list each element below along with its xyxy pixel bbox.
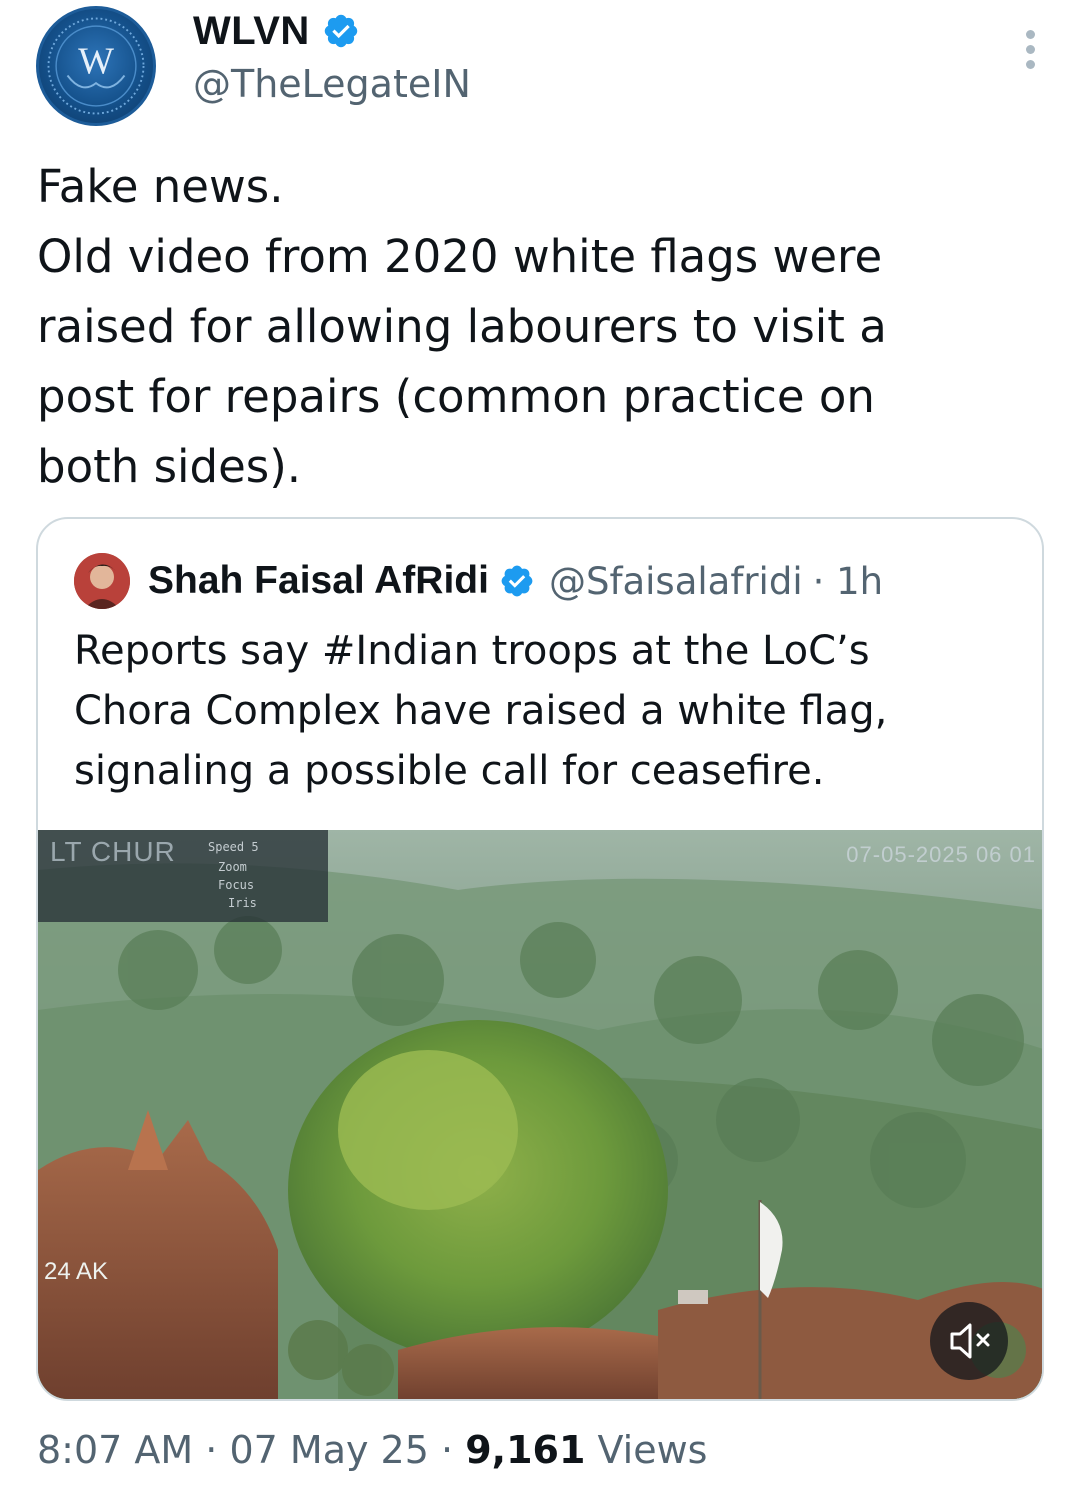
quoted-handle[interactable]: @Sfaisalafridi: [549, 560, 803, 603]
muted-speaker-icon[interactable]: [930, 1302, 1008, 1380]
tweet-line: post for repairs (common practice on: [37, 370, 875, 423]
tweet-time[interactable]: 8:07 AM: [37, 1428, 193, 1472]
tweet-line: Fake news.: [37, 160, 284, 213]
tweet-text: Fake news. Old video from 2020 white fla…: [37, 152, 1047, 502]
quoted-line: signaling a possible call for ceasefire.: [74, 748, 825, 794]
osd-title: LT CHUR: [50, 836, 176, 867]
author-handle[interactable]: @TheLegateIN: [193, 62, 471, 106]
quoted-text: Reports say #Indian troops at the LoC’s …: [74, 621, 1024, 801]
tweet-date[interactable]: 07 May 25: [229, 1428, 428, 1472]
quoted-time[interactable]: · 1h: [813, 560, 884, 603]
wlvn-logo-icon: W: [47, 17, 145, 115]
osd-zoom: Zoom: [218, 860, 247, 874]
author-name-row: WLVN: [193, 6, 360, 56]
video-corner-label: 24 AK: [44, 1258, 109, 1285]
svg-text:W: W: [78, 41, 114, 83]
views-label: Views: [597, 1428, 708, 1472]
more-options-icon[interactable]: [1020, 30, 1040, 70]
osd-iris: Iris: [228, 896, 257, 910]
author-name[interactable]: WLVN: [193, 9, 310, 54]
quoted-video[interactable]: LT CHUR Speed 5 Zoom Focus Iris 07-05-20…: [38, 830, 1042, 1399]
tweet-line: both sides).: [37, 440, 302, 493]
quoted-tweet[interactable]: Shah Faisal AfRidi @Sfaisalafridi · 1h R…: [36, 517, 1044, 1401]
video-timestamp: 07-05-2025 06 01: [846, 842, 1036, 867]
person-photo-icon: [74, 553, 130, 609]
views-count: 9,161: [465, 1428, 586, 1472]
separator: ·: [205, 1428, 218, 1472]
quoted-avatar[interactable]: [74, 553, 130, 609]
tweet-line: Old video from 2020 white flags were: [37, 230, 883, 283]
separator: ·: [441, 1428, 454, 1472]
quoted-author-name[interactable]: Shah Faisal AfRidi: [148, 559, 489, 603]
tweet-meta: 8:07 AM · 07 May 25 · 9,161 Views: [37, 1428, 707, 1472]
osd-speed: Speed 5: [208, 840, 259, 854]
verified-badge-icon: [499, 563, 535, 599]
quoted-line: Reports say #Indian troops at the LoC’s: [74, 628, 870, 674]
tweet-line: raised for allowing labourers to visit a: [37, 300, 887, 353]
quoted-header: Shah Faisal AfRidi @Sfaisalafridi · 1h: [74, 553, 883, 609]
video-osd-panel: LT CHUR Speed 5 Zoom Focus Iris: [38, 830, 328, 922]
osd-focus: Focus: [218, 878, 255, 892]
author-avatar[interactable]: W: [36, 6, 156, 126]
verified-badge-icon: [322, 12, 360, 50]
quoted-line: Chora Complex have raised a white flag,: [74, 688, 888, 734]
